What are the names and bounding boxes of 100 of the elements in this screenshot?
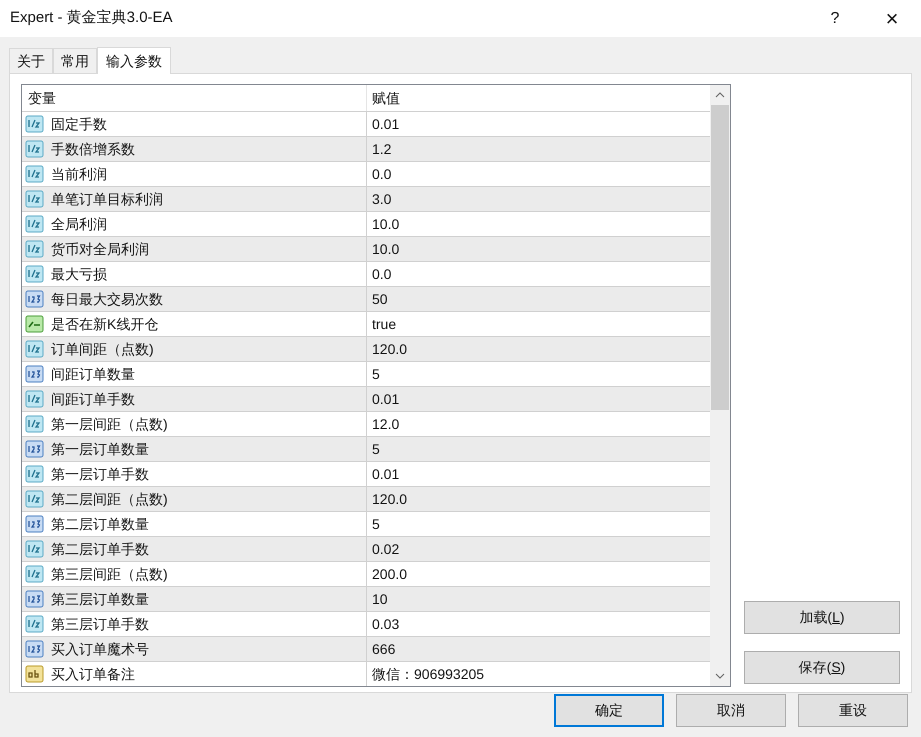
parameter-row[interactable]: 间距订单手数 0.01 — [22, 386, 710, 411]
parameter-row[interactable]: 第二层间距（点数) 120.0 — [22, 486, 710, 511]
parameter-row[interactable]: 第二层订单手数 0.02 — [22, 536, 710, 561]
column-header: 赋值 — [371, 88, 401, 108]
fraction-icon — [25, 215, 45, 233]
fraction-icon — [25, 140, 45, 158]
parameter-row[interactable]: 第一层订单数量 5 — [22, 436, 710, 461]
parameter-value: 10.0 — [371, 240, 400, 258]
parameter-value: 10 — [371, 590, 389, 608]
dialog-button[interactable]: 取消 — [676, 694, 786, 727]
number-icon — [25, 290, 45, 308]
parameter-value: 666 — [371, 640, 396, 658]
parameter-name: 每日最大交易次数 — [51, 290, 163, 308]
number-icon — [25, 440, 45, 458]
parameter-row[interactable]: 买入订单备注 微信：906993205 — [22, 661, 710, 686]
parameter-value: 50 — [371, 290, 389, 308]
parameter-name: 单笔订单目标利润 — [51, 190, 163, 208]
parameter-row[interactable]: 间距订单数量 5 — [22, 361, 710, 386]
parameter-value: 0.0 — [371, 164, 392, 184]
parameter-value: 0.01 — [371, 114, 400, 134]
dialog-button[interactable]: 确定 — [554, 694, 664, 727]
window-title: Expert - 黄金宝典3.0-EA — [10, 8, 174, 28]
parameter-value: 3.0 — [371, 190, 392, 208]
parameter-name: 买入订单魔术号 — [51, 640, 149, 658]
parameter-row[interactable]: 每日最大交易次数 50 — [22, 286, 710, 311]
parameter-value: 0.0 — [371, 264, 392, 284]
parameter-value: 5 — [371, 440, 381, 458]
tab[interactable]: 常用 — [53, 48, 97, 73]
parameter-name: 第二层间距（点数) — [51, 490, 168, 509]
fraction-icon — [25, 190, 45, 208]
parameter-name: 间距订单数量 — [51, 364, 135, 384]
parameter-value: 200.0 — [371, 564, 408, 584]
fraction-icon — [25, 340, 45, 358]
parameter-name: 固定手数 — [51, 114, 107, 134]
parameter-name: 第二层订单数量 — [51, 514, 149, 534]
parameter-row[interactable]: 当前利润 0.0 — [22, 161, 710, 186]
toggle-icon — [25, 315, 45, 333]
parameter-value: 5 — [371, 364, 381, 384]
number-icon — [25, 640, 45, 658]
parameter-value: 0.01 — [371, 390, 400, 408]
parameter-value: 0.03 — [371, 614, 400, 634]
parameter-name: 是否在新K线开仓 — [51, 314, 158, 334]
parameter-row[interactable]: 买入订单魔术号 666 — [22, 636, 710, 661]
parameter-value: 1.2 — [371, 140, 392, 158]
parameter-name: 手数倍增系数 — [51, 140, 135, 158]
parameter-value: 0.02 — [371, 540, 400, 558]
parameter-name: 第一层间距（点数) — [51, 414, 168, 434]
parameter-name: 第三层间距（点数) — [51, 564, 168, 584]
parameter-value: 12.0 — [371, 414, 400, 434]
parameter-value: 微信：906993205 — [371, 664, 486, 684]
parameter-value: 120.0 — [371, 490, 408, 508]
parameter-row[interactable]: 第三层订单数量 10 — [22, 586, 710, 611]
tab[interactable]: 输入参数 — [97, 47, 171, 74]
parameter-value: 0.01 — [371, 464, 400, 484]
side-button[interactable]: 保存(S) — [744, 651, 900, 684]
dialog-button[interactable]: 重设 — [798, 694, 908, 727]
fraction-icon — [25, 615, 45, 633]
parameter-value: 120.0 — [371, 340, 408, 358]
parameter-value: 5 — [371, 514, 381, 534]
text-icon — [25, 665, 45, 683]
help-button[interactable]: ? — [815, 4, 855, 34]
parameter-name: 第二层订单手数 — [51, 540, 149, 558]
parameter-row[interactable]: 第一层间距（点数) 12.0 — [22, 411, 710, 436]
parameter-name: 第一层订单手数 — [51, 464, 149, 484]
parameter-row[interactable]: 是否在新K线开仓 true — [22, 311, 710, 336]
scrollbar[interactable] — [710, 85, 730, 686]
parameter-name: 货币对全局利润 — [51, 240, 149, 258]
parameter-row[interactable]: 第二层订单数量 5 — [22, 511, 710, 536]
fraction-icon — [25, 115, 45, 133]
fraction-icon — [25, 465, 45, 483]
parameter-row[interactable]: 固定手数 0.01 — [22, 111, 710, 136]
parameter-row[interactable]: 第一层订单手数 0.01 — [22, 461, 710, 486]
parameter-row[interactable]: 订单间距（点数) 120.0 — [22, 336, 710, 361]
parameter-row[interactable]: 第三层订单手数 0.03 — [22, 611, 710, 636]
parameter-row[interactable]: 手数倍增系数 1.2 — [22, 136, 710, 161]
parameter-name: 当前利润 — [51, 164, 107, 184]
side-button[interactable]: 加载(L) — [744, 601, 900, 634]
parameter-name: 第一层订单数量 — [51, 440, 149, 458]
parameter-name: 全局利润 — [51, 214, 107, 234]
parameter-name: 间距订单手数 — [51, 390, 135, 408]
parameter-name: 订单间距（点数) — [51, 340, 154, 359]
parameter-row[interactable]: 货币对全局利润 10.0 — [22, 236, 710, 261]
parameter-row[interactable]: 最大亏损 0.0 — [22, 261, 710, 286]
parameter-value: 10.0 — [371, 214, 400, 234]
fraction-icon — [25, 565, 45, 583]
parameter-row[interactable]: 单笔订单目标利润 3.0 — [22, 186, 710, 211]
scroll-thumb[interactable] — [711, 105, 729, 410]
parameter-row[interactable]: 第三层间距（点数) 200.0 — [22, 561, 710, 586]
parameter-value: true — [371, 314, 398, 334]
parameter-name: 最大亏损 — [51, 264, 107, 284]
fraction-icon — [25, 265, 45, 283]
fraction-icon — [25, 240, 45, 258]
fraction-icon — [25, 540, 45, 558]
close-button[interactable]: × — [872, 4, 912, 34]
fraction-icon — [25, 390, 45, 408]
parameter-name: 第三层订单手数 — [51, 614, 149, 634]
number-icon — [25, 365, 45, 383]
tab[interactable]: 关于 — [9, 48, 53, 73]
number-icon — [25, 515, 45, 533]
parameter-row[interactable]: 全局利润 10.0 — [22, 211, 710, 236]
